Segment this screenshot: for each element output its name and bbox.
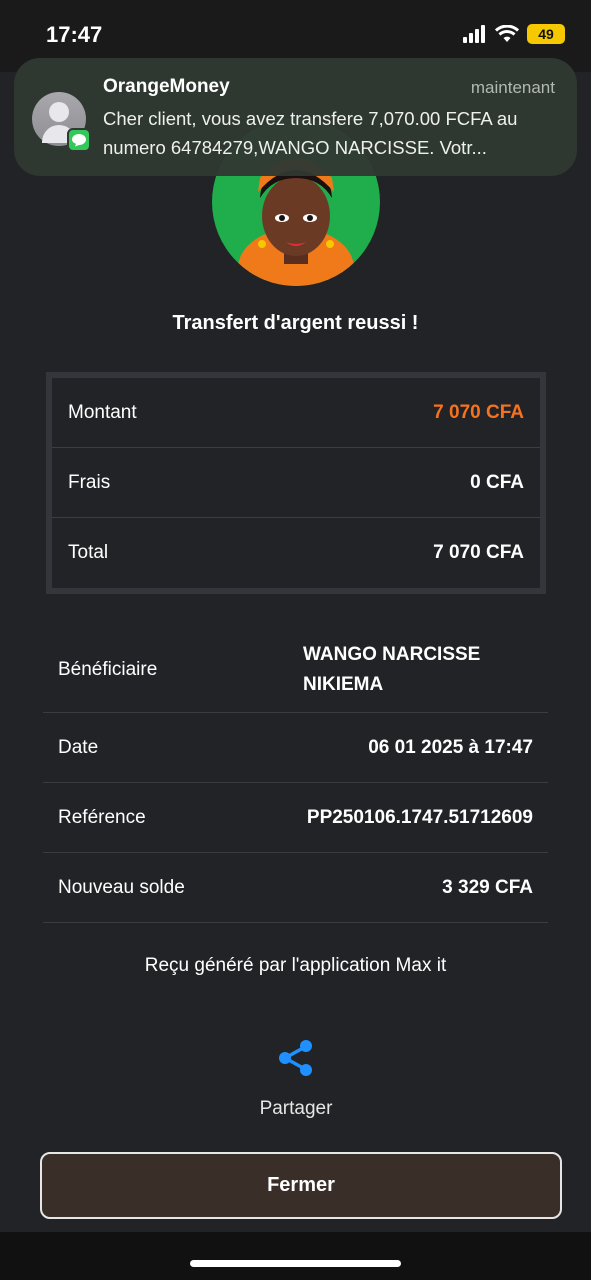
share-icon [279,1040,312,1076]
total-value: 7 070 CFA [433,542,524,563]
battery-level: 49 [538,26,554,42]
receipt-note: Reçu généré par l'application Max it [144,955,447,976]
beneficiary-row: Bénéficiaire WANGO NARCISSE NIKIEMA [43,628,548,713]
beneficiary-label: Bénéficiaire [58,659,158,680]
balance-label: Nouveau solde [58,876,185,898]
home-indicator[interactable] [190,1260,401,1267]
beneficiary-value: WANGO NARCISSE NIKIEMA [303,644,481,695]
amount-value: 7 070 CFA [433,401,524,423]
share-label: Partager [259,1098,333,1119]
notification-time: maintenant [470,78,555,97]
notification-banner[interactable]: OrangeMoney maintenant Cher client, vous… [14,58,577,176]
close-button[interactable]: Fermer [40,1152,562,1219]
status-time: 17:47 [46,22,103,47]
date-label: Date [58,736,99,758]
date-row: Date 06 01 2025 à 17:47 [43,713,548,783]
notification-app-name: OrangeMoney [103,76,230,97]
wifi-icon [495,25,519,42]
total-row: Total 7 070 CFA [52,518,540,588]
total-label: Total [68,542,109,563]
status-icons: 49 [463,24,565,44]
fees-value: 0 CFA [470,471,524,493]
message-icon [67,128,91,152]
transaction-details: Bénéficiaire WANGO NARCISSE NIKIEMA Date… [43,628,548,923]
fees-row: Frais 0 CFA [52,448,540,518]
share-button[interactable]: Partager [250,1038,342,1122]
reference-row: Reférence PP250106.1747.51712609 [43,783,548,853]
page-title: Transfert d'argent reussi ! [172,312,419,334]
amount-row: Montant 7 070 CFA [52,378,540,448]
date-value: 06 01 2025 à 17:47 [368,736,533,758]
signal-icon [463,25,485,43]
balance-row: Nouveau solde 3 329 CFA [43,853,548,923]
notification-message: Cher client, vous avez transfere 7,070.0… [103,108,518,158]
reference-value: PP250106.1747.51712609 [306,806,533,828]
close-button-label: Fermer [267,1174,335,1196]
amount-label: Montant [68,401,137,423]
reference-label: Reférence [58,806,146,828]
battery-icon: 49 [527,24,565,44]
fees-label: Frais [68,471,111,493]
balance-value: 3 329 CFA [442,876,533,898]
bottom-bar [0,1232,591,1280]
amount-summary: Montant 7 070 CFA Frais 0 CFA Total 7 07… [46,372,546,594]
